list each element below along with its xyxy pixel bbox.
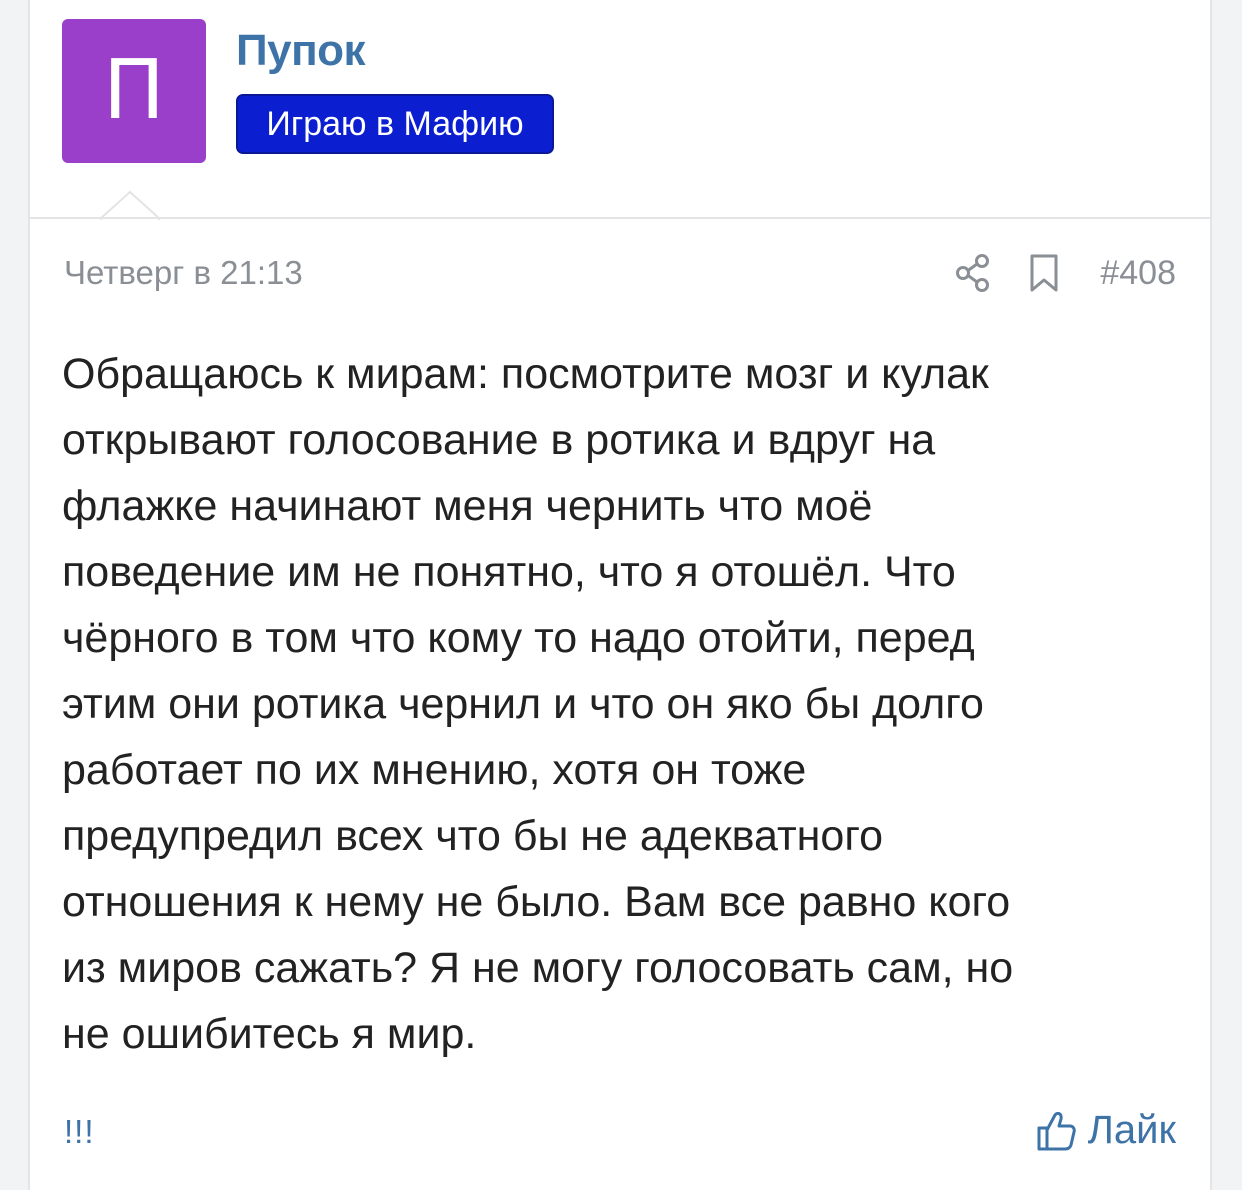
- bookmark-icon[interactable]: [1028, 253, 1060, 293]
- share-icon[interactable]: [954, 253, 994, 293]
- exclaim-link[interactable]: !!!: [64, 1113, 95, 1151]
- thumbs-up-icon: [1037, 1111, 1076, 1150]
- avatar[interactable]: П: [62, 19, 206, 163]
- like-label[interactable]: Лайк: [1088, 1108, 1176, 1153]
- like-button[interactable]: Лайк: [1036, 1108, 1176, 1153]
- post-number[interactable]: #408: [1100, 254, 1176, 293]
- post-card: П Пупок Играю в Мафию Четверг в 21:13 #4…: [28, 0, 1212, 1190]
- post-date: Четверг в 21:13: [64, 254, 303, 291]
- post-text: Обращаюсь к мирам: посмотрите мозг и кул…: [62, 350, 1014, 1058]
- author-name[interactable]: Пупок: [236, 26, 366, 76]
- status-badge: Играю в Мафию: [236, 94, 554, 154]
- header-divider: [30, 217, 1210, 219]
- header-pointer: [100, 190, 160, 220]
